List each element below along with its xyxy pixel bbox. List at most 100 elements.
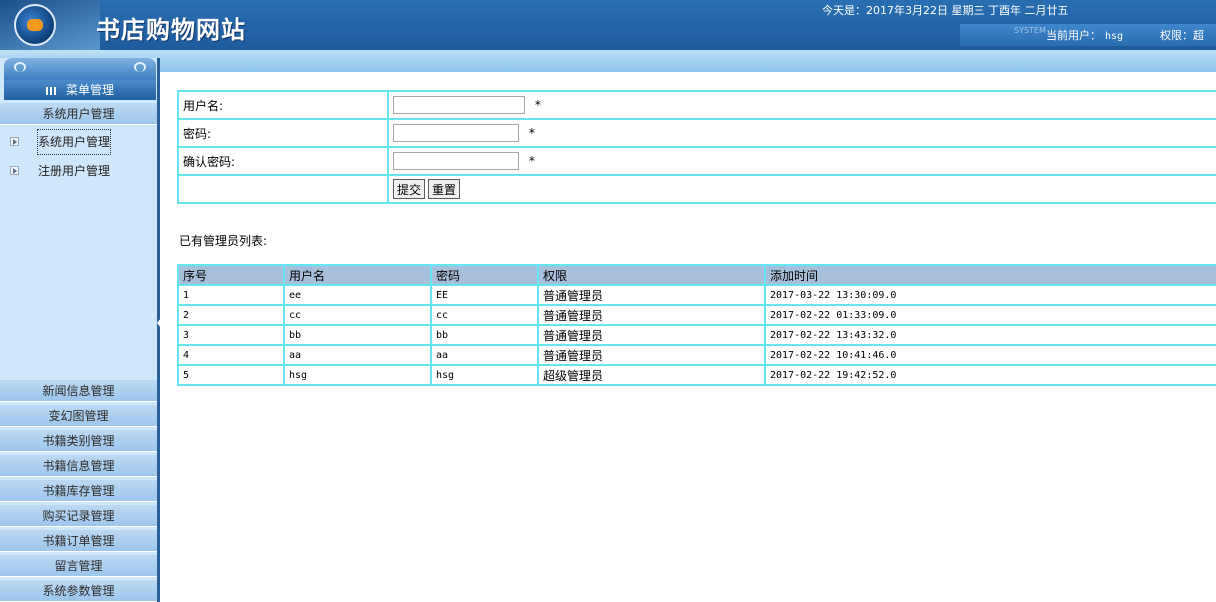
menu-section-messages[interactable]: 留言管理 bbox=[0, 555, 157, 577]
cell-no: 4 bbox=[177, 344, 285, 366]
cell-no: 2 bbox=[177, 304, 285, 326]
menu-section-news[interactable]: 新闻信息管理 bbox=[0, 380, 157, 402]
buttons-cell: 提交 重置 bbox=[387, 174, 1216, 204]
table-header-row: 序号 用户名 密码 权限 添加时间 bbox=[177, 264, 1216, 286]
grid-icon bbox=[45, 86, 58, 95]
reset-button[interactable]: 重置 bbox=[428, 179, 461, 199]
menu-section-banner[interactable]: 变幻图管理 bbox=[0, 405, 157, 427]
collapse-arrow-icon[interactable] bbox=[157, 318, 161, 328]
menu-item-system-users[interactable]: 系统用户管理 bbox=[0, 129, 157, 155]
col-username: 用户名 bbox=[283, 264, 432, 286]
confirm-cell: * bbox=[387, 146, 1216, 176]
arrow-right-icon bbox=[10, 137, 19, 146]
menu-section-label: 购买记录管理 bbox=[42, 509, 115, 523]
site-header: 书店购物网站 今天是：2017年3月22日 星期三 丁酉年 二月廿五 SYSTE… bbox=[0, 0, 1216, 50]
menu-section-label: 变幻图管理 bbox=[48, 409, 109, 423]
table-row: 2 cc cc 普通管理员 2017-02-22 01:33:09.0 bbox=[177, 304, 1216, 326]
menu-section-label: 留言管理 bbox=[54, 559, 103, 573]
confirm-password-label: 确认密码: bbox=[177, 146, 389, 176]
admin-list-table: 序号 用户名 密码 权限 添加时间 1 ee EE 普通管理员 2017-03-… bbox=[177, 264, 1216, 386]
cell-role: 普通管理员 bbox=[537, 304, 766, 326]
system-word: SYSTEM bbox=[1014, 26, 1046, 35]
menu-section-book-category[interactable]: 书籍类别管理 bbox=[0, 430, 157, 452]
form-row-username: 用户名: * bbox=[177, 90, 1216, 120]
cell-role: 普通管理员 bbox=[537, 344, 766, 366]
cell-no: 1 bbox=[177, 284, 285, 306]
cell-username: hsg bbox=[283, 364, 432, 386]
form-row-confirm: 确认密码: * bbox=[177, 146, 1216, 176]
submit-button[interactable]: 提交 bbox=[393, 179, 426, 199]
arrow-right-icon bbox=[10, 166, 19, 175]
menu-item-label: 注册用户管理 bbox=[38, 164, 111, 178]
menu-section-label: 书籍类别管理 bbox=[42, 434, 115, 448]
menu-section-purchase-records[interactable]: 购买记录管理 bbox=[0, 505, 157, 527]
add-admin-form: 用户名: * 密码: * 确认密码: * 提交 重置 bbox=[177, 90, 1216, 204]
menu-section-label: 新闻信息管理 bbox=[42, 384, 115, 398]
menu-section-orders[interactable]: 书籍订单管理 bbox=[0, 530, 157, 552]
cell-no: 3 bbox=[177, 324, 285, 346]
cell-role: 普通管理员 bbox=[537, 284, 766, 306]
menu-section-label: 系统参数管理 bbox=[42, 584, 115, 598]
menu-section-book-stock[interactable]: 书籍库存管理 bbox=[0, 480, 157, 502]
table-row: 3 bb bb 普通管理员 2017-02-22 13:43:32.0 bbox=[177, 324, 1216, 346]
username-label: 用户名: bbox=[177, 90, 389, 120]
cell-username: bb bbox=[283, 324, 432, 346]
menu-section-label: 书籍库存管理 bbox=[42, 484, 115, 498]
menu-title-label: 菜单管理 bbox=[65, 83, 114, 97]
current-user-name: hsg bbox=[1105, 31, 1124, 42]
site-title: 书店购物网站 bbox=[96, 15, 246, 44]
top-strip bbox=[0, 50, 1216, 72]
site-logo-icon bbox=[14, 4, 56, 46]
confirm-password-input[interactable] bbox=[393, 152, 519, 170]
required-mark: * bbox=[528, 125, 535, 140]
form-row-password: 密码: * bbox=[177, 118, 1216, 148]
current-user: 当前用户： hsg bbox=[1046, 27, 1123, 43]
cell-role: 普通管理员 bbox=[537, 324, 766, 346]
cell-username: cc bbox=[283, 304, 432, 326]
table-row: 1 ee EE 普通管理员 2017-03-22 13:30:09.0 bbox=[177, 284, 1216, 306]
form-row-buttons: 提交 重置 bbox=[177, 174, 1216, 204]
cell-add-time: 2017-03-22 13:30:09.0 bbox=[764, 284, 1216, 306]
current-user-label: 当前用户： bbox=[1046, 29, 1101, 42]
menu-item-label: 系统用户管理 bbox=[36, 129, 112, 155]
password-label: 密码: bbox=[177, 118, 389, 148]
menu-section-system-users[interactable]: 系统用户管理 bbox=[0, 103, 157, 125]
username-cell: * bbox=[387, 90, 1216, 120]
table-row: 5 hsg hsg 超级管理员 2017-02-22 19:42:52.0 bbox=[177, 364, 1216, 386]
role-label: 权限： bbox=[1160, 29, 1193, 42]
username-input[interactable] bbox=[393, 96, 525, 114]
menu-title: 菜单管理 bbox=[4, 80, 156, 100]
date-text: 今天是：2017年3月22日 星期三 丁酉年 二月廿五 bbox=[822, 4, 1069, 17]
role-value: 超 bbox=[1193, 29, 1204, 42]
cell-add-time: 2017-02-22 10:41:46.0 bbox=[764, 344, 1216, 366]
menu-cap bbox=[4, 58, 156, 80]
cell-username: aa bbox=[283, 344, 432, 366]
menu-section-book-info[interactable]: 书籍信息管理 bbox=[0, 455, 157, 477]
cell-username: ee bbox=[283, 284, 432, 306]
cell-add-time: 2017-02-22 01:33:09.0 bbox=[764, 304, 1216, 326]
cell-password: EE bbox=[430, 284, 539, 306]
col-add-time: 添加时间 bbox=[764, 264, 1216, 286]
col-role: 权限 bbox=[537, 264, 766, 286]
menu-section-label: 系统用户管理 bbox=[42, 107, 115, 121]
password-cell: * bbox=[387, 118, 1216, 148]
cell-no: 5 bbox=[177, 364, 285, 386]
cell-password: hsg bbox=[430, 364, 539, 386]
cell-password: cc bbox=[430, 304, 539, 326]
left-menu: 菜单管理 系统用户管理 系统用户管理 注册用户管理 新闻信息管理 变幻图管理 书… bbox=[0, 58, 160, 602]
col-no: 序号 bbox=[177, 264, 285, 286]
required-mark: * bbox=[528, 153, 535, 168]
cell-add-time: 2017-02-22 13:43:32.0 bbox=[764, 324, 1216, 346]
menu-section-system-params[interactable]: 系统参数管理 bbox=[0, 580, 157, 602]
cell-add-time: 2017-02-22 19:42:52.0 bbox=[764, 364, 1216, 386]
col-password: 密码 bbox=[430, 264, 539, 286]
menu-item-registered-users[interactable]: 注册用户管理 bbox=[0, 159, 157, 183]
cell-password: bb bbox=[430, 324, 539, 346]
password-input[interactable] bbox=[393, 124, 519, 142]
required-mark: * bbox=[534, 97, 541, 112]
menu-section-label: 书籍订单管理 bbox=[42, 534, 115, 548]
menu-section-label: 书籍信息管理 bbox=[42, 459, 115, 473]
cell-password: aa bbox=[430, 344, 539, 366]
empty-cell bbox=[177, 174, 389, 204]
admin-list-title: 已有管理员列表: bbox=[179, 234, 268, 248]
